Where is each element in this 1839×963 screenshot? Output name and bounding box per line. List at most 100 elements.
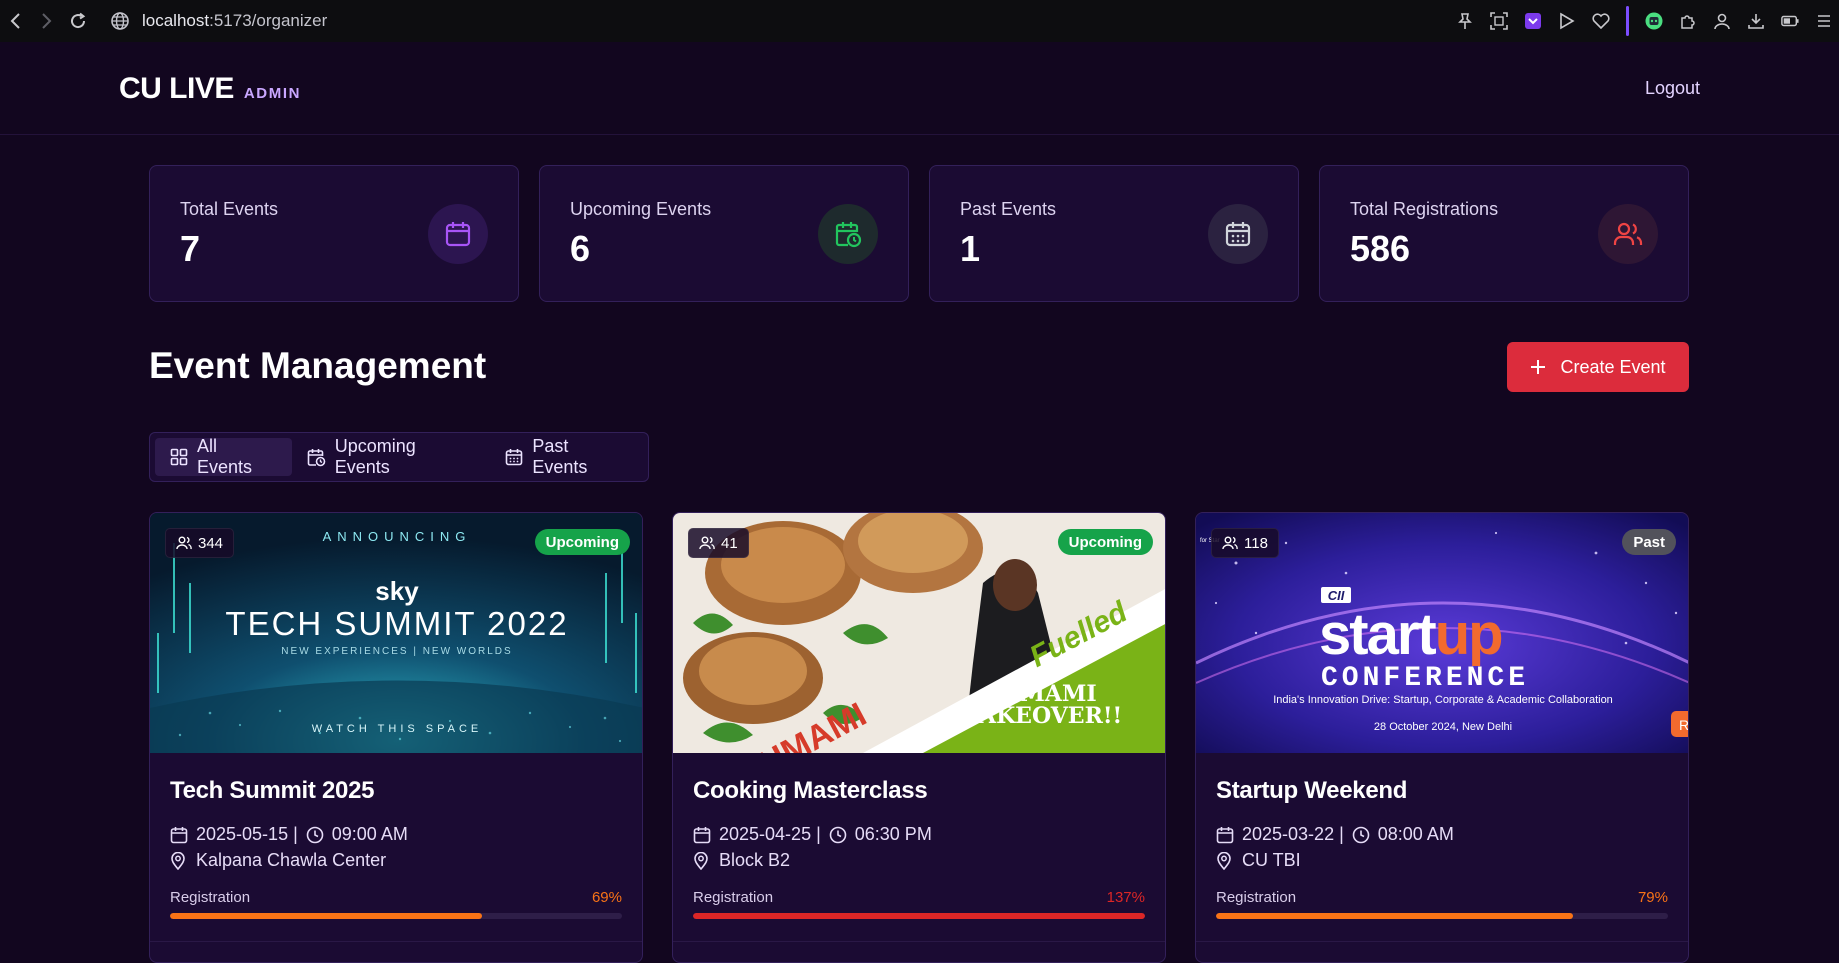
svg-text:ANNOUNCING: ANNOUNCING bbox=[323, 529, 472, 544]
registration-progress-fill bbox=[170, 913, 482, 919]
pin-icon[interactable] bbox=[1456, 12, 1474, 30]
location-pin-icon bbox=[1216, 851, 1232, 870]
registration-progress-track bbox=[170, 913, 622, 919]
location-pin-icon bbox=[693, 851, 709, 870]
event-image: for Star CII startup CONFERENCE India's … bbox=[1196, 513, 1688, 753]
users-icon bbox=[1222, 536, 1238, 550]
calendar-icon bbox=[170, 826, 188, 844]
svg-text:TECH SUMMIT 2022: TECH SUMMIT 2022 bbox=[225, 605, 568, 642]
download-icon[interactable] bbox=[1747, 12, 1765, 30]
puzzle-icon[interactable] bbox=[1679, 12, 1697, 30]
clock-icon bbox=[306, 826, 324, 844]
registration-progress-fill bbox=[693, 913, 1145, 919]
address-bar[interactable]: localhost:5173/organizer bbox=[110, 11, 327, 31]
event-card-cooking-masterclass[interactable]: Fuelled UMAMI UMAMI TAKEOVER!! 41 Upcomi… bbox=[672, 512, 1166, 963]
profile-icon[interactable] bbox=[1713, 12, 1731, 30]
stat-label: Past Events bbox=[960, 199, 1057, 219]
registration-count-chip: 41 bbox=[688, 528, 749, 558]
event-venue: CU TBI bbox=[1242, 850, 1301, 870]
registration-label: Registration bbox=[170, 889, 251, 906]
calendar-icon bbox=[1216, 826, 1234, 844]
stat-value: 586 bbox=[1350, 228, 1411, 269]
forward-icon[interactable] bbox=[36, 11, 56, 31]
shield-icon[interactable] bbox=[1524, 12, 1542, 30]
event-time: 06:30 PM bbox=[854, 824, 932, 844]
page-title: Event Management bbox=[149, 345, 487, 386]
calendar-icon bbox=[693, 826, 711, 844]
extension-separator bbox=[1626, 6, 1629, 36]
url-text: localhost:5173/organizer bbox=[142, 11, 328, 30]
logout-link[interactable]: Logout bbox=[1645, 78, 1700, 99]
event-title: Startup Weekend bbox=[1216, 777, 1408, 804]
calendar-icon bbox=[428, 204, 488, 264]
stat-card-past-events: Past Events 1 bbox=[929, 165, 1299, 302]
svg-text:TAKEOVER!!: TAKEOVER!! bbox=[964, 703, 1122, 729]
event-image: ANNOUNCING sky TECH SUMMIT 2022 NEW EXPE… bbox=[150, 513, 642, 753]
play-icon[interactable] bbox=[1558, 12, 1576, 30]
stat-card-total-events: Total Events 7 bbox=[149, 165, 519, 302]
tab-upcoming-events[interactable]: Upcoming Events bbox=[292, 436, 491, 477]
svg-text:startup: startup bbox=[1319, 602, 1502, 667]
plus-icon bbox=[1530, 359, 1546, 375]
event-datetime-row: 2025-05-15 | 09:00 AM bbox=[170, 824, 408, 845]
users-icon bbox=[1598, 204, 1658, 264]
tab-past-events[interactable]: Past Events bbox=[490, 436, 643, 477]
event-venue-row: Kalpana Chawla Center bbox=[170, 850, 386, 871]
svg-text:WATCH THIS SPACE: WATCH THIS SPACE bbox=[312, 723, 483, 735]
stat-card-total-registrations: Total Registrations 586 bbox=[1319, 165, 1689, 302]
tab-label: All Events bbox=[197, 436, 253, 477]
svg-text:CII: CII bbox=[1328, 588, 1345, 603]
stat-label: Total Events bbox=[180, 199, 279, 219]
card-divider bbox=[1196, 941, 1688, 942]
heart-icon[interactable] bbox=[1592, 12, 1610, 30]
reload-icon[interactable] bbox=[68, 11, 88, 31]
event-venue-row: CU TBI bbox=[1216, 850, 1301, 871]
brand-logo[interactable]: CU LIVE ADMIN bbox=[119, 72, 301, 106]
status-badge: Past bbox=[1622, 529, 1676, 555]
tab-label: Past Events bbox=[532, 436, 588, 477]
stat-label: Upcoming Events bbox=[570, 199, 712, 219]
svg-text:28 October 2024, New Delhi: 28 October 2024, New Delhi bbox=[1374, 721, 1512, 733]
card-divider bbox=[673, 941, 1165, 942]
robot-icon[interactable] bbox=[1645, 12, 1663, 30]
event-venue: Block B2 bbox=[719, 850, 791, 870]
event-datetime-row: 2025-03-22 | 08:00 AM bbox=[1216, 824, 1454, 845]
registration-count: 118 bbox=[1244, 534, 1268, 552]
battery-icon[interactable] bbox=[1781, 12, 1799, 30]
registration-progress-fill bbox=[1216, 913, 1574, 919]
menu-icon[interactable] bbox=[1815, 12, 1833, 30]
screenshot-icon[interactable] bbox=[1490, 12, 1508, 30]
event-card-tech-summit[interactable]: ANNOUNCING sky TECH SUMMIT 2022 NEW EXPE… bbox=[149, 512, 643, 963]
svg-text:India's Innovation Drive: Star: India's Innovation Drive: Startup, Corpo… bbox=[1273, 694, 1613, 706]
stat-value: 7 bbox=[180, 228, 201, 269]
back-icon[interactable] bbox=[6, 11, 26, 31]
calendar-grid-icon bbox=[505, 448, 523, 466]
clock-icon bbox=[1352, 826, 1370, 844]
event-venue-row: Block B2 bbox=[693, 850, 790, 871]
event-datetime-row: 2025-04-25 | 06:30 PM bbox=[693, 824, 932, 845]
location-pin-icon bbox=[170, 851, 186, 870]
event-time: 08:00 AM bbox=[1377, 824, 1454, 844]
clock-icon bbox=[829, 826, 847, 844]
registration-label: Registration bbox=[693, 889, 774, 906]
stat-value: 1 bbox=[960, 228, 981, 269]
svg-text:sky: sky bbox=[375, 576, 419, 606]
registration-count-chip: 118 bbox=[1211, 528, 1279, 558]
registration-percent: 137% bbox=[1106, 889, 1145, 906]
tab-label: Upcoming Events bbox=[334, 436, 416, 477]
registration-progress-track bbox=[693, 913, 1145, 919]
tab-all-events[interactable]: All Events bbox=[155, 436, 292, 477]
event-title: Cooking Masterclass bbox=[693, 777, 928, 804]
event-card-startup-weekend[interactable]: for Star CII startup CONFERENCE India's … bbox=[1195, 512, 1689, 963]
registration-progress-track bbox=[1216, 913, 1668, 919]
create-event-label: Create Event bbox=[1560, 356, 1666, 377]
registration-percent: 69% bbox=[591, 889, 622, 906]
registration-count: 41 bbox=[721, 534, 738, 552]
status-badge: Upcoming bbox=[534, 529, 630, 555]
event-date: 2025-05-15 | bbox=[196, 824, 298, 844]
create-event-button[interactable]: Create Event bbox=[1507, 342, 1689, 392]
calendar-clock-icon bbox=[307, 448, 326, 467]
browser-toolbar: localhost:5173/organizer bbox=[0, 0, 1839, 42]
grid-icon bbox=[170, 448, 188, 466]
app-header: CU LIVE ADMIN Logout bbox=[0, 42, 1839, 135]
